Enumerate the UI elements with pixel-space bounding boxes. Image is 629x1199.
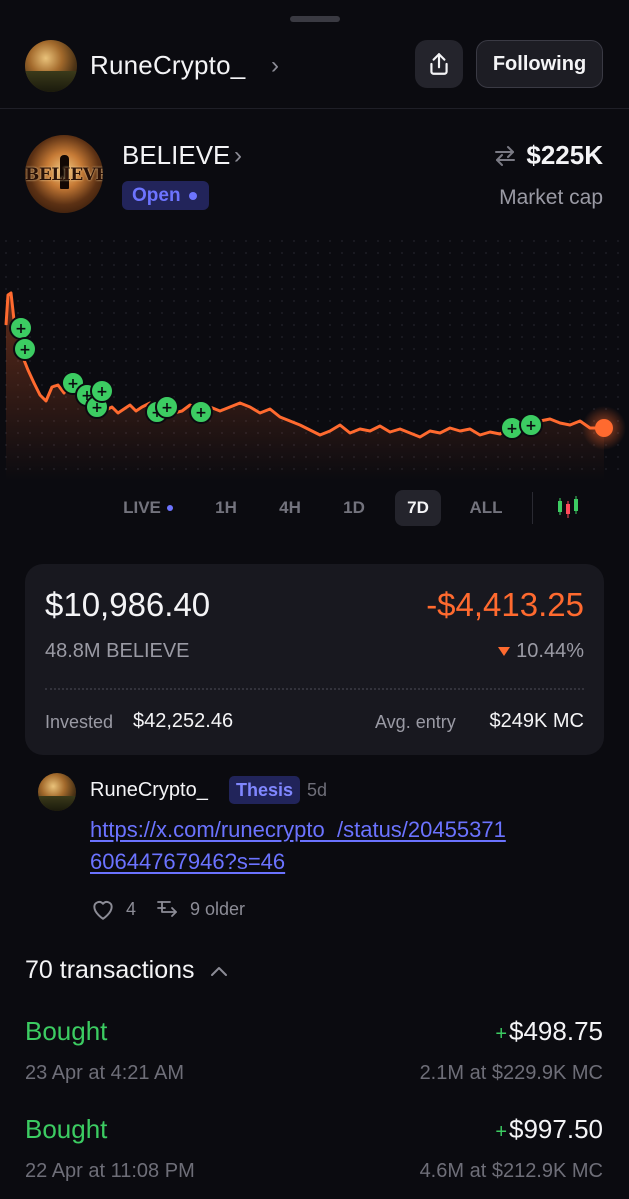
svg-text:+: + [96, 384, 108, 400]
avg-entry-label: Avg. entry [375, 712, 456, 732]
position-card[interactable]: $10,986.40 -$4,413.25 48.8M BELIEVE 10.4… [25, 564, 604, 755]
tab-live[interactable]: LIVE [110, 490, 186, 526]
tab-1h[interactable]: 1H [202, 490, 250, 526]
position-holding: 48.8M BELIEVE [45, 640, 190, 662]
transaction-kind: Bought [25, 1016, 108, 1046]
svg-text:+: + [19, 342, 31, 358]
invested-value: $42,252.46 [133, 710, 234, 732]
buy-marker[interactable]: + [189, 400, 213, 424]
token-name[interactable]: BELIEVE [122, 140, 230, 171]
transaction-row[interactable]: Bought +$997.50 22 Apr at 11:08 PM 4.6M … [25, 1114, 603, 1194]
heart-icon[interactable] [90, 897, 116, 921]
older-count[interactable]: 9 older [190, 899, 245, 920]
status-dot [188, 191, 197, 200]
buy-marker[interactable]: + [13, 337, 37, 361]
invested-label: Invested [45, 712, 114, 732]
position-pnl: -$4,413.25 [426, 586, 584, 623]
transaction-amount: +$498.75 [495, 1016, 603, 1047]
thesis-avatar[interactable] [38, 773, 76, 811]
down-triangle-icon [498, 647, 511, 656]
svg-text:+: + [195, 405, 207, 421]
price-chart[interactable]: + + + + + + + + + + + [0, 235, 629, 480]
status-badge: Open [122, 181, 209, 210]
share-button[interactable] [415, 40, 463, 88]
chevron-right-icon[interactable]: › [234, 142, 242, 170]
buy-marker[interactable]: + [90, 379, 114, 403]
svg-text:+: + [161, 400, 173, 416]
position-value: $10,986.40 [45, 586, 211, 623]
card-divider [45, 688, 584, 690]
market-cap-value: $225K [526, 140, 603, 170]
share-icon [430, 53, 448, 75]
buy-marker[interactable]: + [519, 413, 543, 437]
transactions-count: 70 transactions [25, 956, 195, 984]
thesis-age: 5d [307, 780, 328, 800]
transaction-amount-value: $498.75 [509, 1016, 603, 1046]
transaction-amount: +$997.50 [495, 1114, 603, 1145]
transaction-detail: 2.1M at $229.9K MC [419, 1062, 603, 1084]
market-cap-label: Market cap [499, 186, 603, 209]
following-button[interactable]: Following [476, 40, 603, 88]
tab-7d[interactable]: 7D [395, 490, 441, 526]
thesis-actions: 4 9 older [90, 895, 245, 923]
transaction-amount-value: $997.50 [509, 1114, 603, 1144]
plus-icon: + [495, 1023, 508, 1045]
status-label: Open [132, 184, 181, 206]
svg-text:+: + [506, 421, 518, 437]
tab-live-label: LIVE [123, 498, 161, 517]
chevron-up-icon [210, 966, 227, 976]
transactions-header[interactable]: 70 transactions [25, 956, 229, 985]
thesis-username[interactable]: RuneCrypto_ [90, 779, 208, 802]
market-cap-row[interactable]: $225K [492, 140, 603, 171]
candlestick-icon [558, 496, 578, 518]
username[interactable]: RuneCrypto_ [90, 50, 245, 81]
thread-icon[interactable] [156, 898, 180, 920]
buy-marker[interactable]: + [9, 316, 33, 340]
transaction-kind: Bought [25, 1114, 108, 1144]
tab-4h[interactable]: 4H [266, 490, 314, 526]
sheet-grabber[interactable] [290, 16, 340, 22]
thesis-link[interactable]: https://x.com/runecrypto_/status/2045537… [90, 814, 510, 878]
buy-marker[interactable]: + [155, 395, 179, 419]
transaction-time: 23 Apr at 4:21 AM [25, 1062, 184, 1084]
token-image-text: BELIEVE [25, 165, 103, 185]
user-avatar[interactable] [25, 40, 77, 92]
current-price-dot [595, 419, 613, 437]
token-image[interactable]: BELIEVE [25, 135, 103, 213]
chevron-right-icon[interactable]: › [271, 52, 279, 80]
candlestick-toggle[interactable] [550, 490, 586, 526]
avg-entry-value: $249K MC [489, 710, 585, 732]
transaction-detail: 4.6M at $212.9K MC [419, 1160, 603, 1182]
plus-icon: + [495, 1121, 508, 1143]
timeframe-divider [532, 492, 533, 524]
swap-arrows-icon[interactable] [492, 144, 518, 168]
svg-text:+: + [525, 418, 537, 434]
price-chart-svg: + + + + + + + + + + + [4, 291, 626, 480]
transaction-row[interactable]: Bought +$498.75 23 Apr at 4:21 AM 2.1M a… [25, 1016, 603, 1096]
transaction-time: 22 Apr at 11:08 PM [25, 1160, 195, 1182]
tab-1d[interactable]: 1D [330, 490, 378, 526]
timeframe-selector: LIVE 1H 4H 1D 7D ALL [110, 490, 600, 526]
like-count: 4 [126, 898, 137, 919]
thesis-badge: Thesis [229, 776, 301, 804]
header-divider [0, 108, 629, 109]
svg-text:+: + [15, 321, 27, 337]
tab-all[interactable]: ALL [460, 490, 512, 526]
pnl-percent-value: 10.44% [516, 640, 584, 662]
profile-header: RuneCrypto_ › Following [0, 38, 629, 94]
live-dot [166, 505, 173, 511]
pnl-percent: 10.44% [498, 640, 584, 663]
